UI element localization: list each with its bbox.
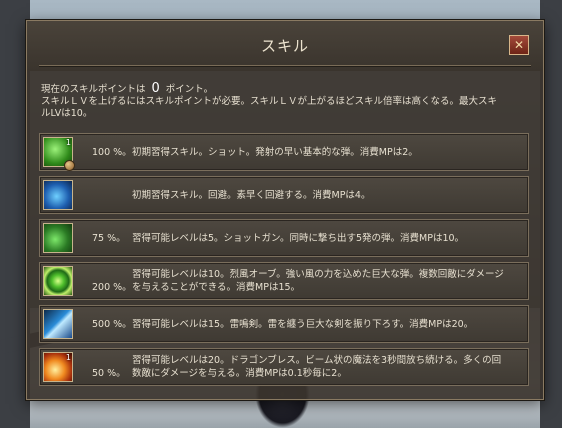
skill-row[interactable]: 75 %。 習得可能レベルは5。ショットガン。同時に撃ち出す5発の弾。消費MPは… <box>39 219 529 257</box>
thunder-sword-icon[interactable] <box>43 309 73 339</box>
skill-description-cont: 数敵にダメージを与える。消費MPは0.1秒毎に2。 <box>132 368 347 379</box>
green-shot-icon[interactable]: 1 <box>43 137 75 171</box>
skill-level: 1 <box>65 138 71 147</box>
skill-multiplier: 50 %。 <box>92 368 126 379</box>
skill-description: 初期習得スキル。回避。素早く回避する。消費MPは4。 <box>132 190 371 201</box>
skill-description-cont: を与えることができる。消費MPは15。 <box>132 282 301 293</box>
skill-description: 初期習得スキル。ショット。発射の早い基本的な弾。消費MPは2。 <box>132 147 418 158</box>
skill-info-line: スキルＬＶを上げるにはスキルポイントが必要。スキルＬＶが上がるほどスキル倍率は高… <box>41 96 498 107</box>
skill-multiplier: 75 %。 <box>92 233 126 244</box>
skill-window: スキル ✕ 現在のスキルポイントは 0 ポイント。 スキルＬＶを上げるにはスキルポイ… <box>26 20 544 400</box>
skill-points-line: 現在のスキルポイントは 0 ポイント。 <box>41 81 535 96</box>
skill-multiplier: 100 %。 <box>92 147 132 158</box>
skill-description: 習得可能レベルは15。雷鳴剣。雷を纏う巨大な剣を振り下ろす。消費MPは20。 <box>132 319 474 330</box>
skill-description: 習得可能レベルは10。烈風オーブ。強い風の力を込めた巨大な弾。複数回敵にダメージ <box>132 269 504 280</box>
shotgun-icon[interactable] <box>43 223 73 253</box>
skill-info-line: ルLVは10。 <box>41 108 93 119</box>
skill-multiplier: 500 %。 <box>92 319 132 330</box>
skill-row[interactable]: 200 %。 習得可能レベルは10。烈風オーブ。強い風の力を込めた巨大な弾。複数… <box>39 262 529 300</box>
close-icon: ✕ <box>513 38 525 52</box>
skill-description: 習得可能レベルは20。ドラゴンブレス。ビーム状の魔法を3秒間放ち続ける。多くの回 <box>132 355 502 366</box>
title-divider <box>39 65 531 67</box>
dragon-breath-icon[interactable]: 1 <box>43 352 73 382</box>
skill-row[interactable]: 1 100 %。 初期習得スキル。ショット。発射の早い基本的な弾。消費MPは2。 <box>39 133 529 171</box>
skill-level: 1 <box>65 353 71 362</box>
skill-row[interactable]: 500 %。 習得可能レベルは15。雷鳴剣。雷を纏う巨大な剣を振り下ろす。消費M… <box>39 305 529 343</box>
skill-multiplier: 200 %。 <box>92 282 132 293</box>
wind-orb-icon[interactable] <box>43 266 73 296</box>
close-button[interactable]: ✕ <box>509 35 529 55</box>
skill-points-suffix: ポイント。 <box>165 84 214 95</box>
skill-list: 1 100 %。 初期習得スキル。ショット。発射の早い基本的な弾。消費MPは2。… <box>39 133 529 391</box>
skill-info: 現在のスキルポイントは 0 ポイント。 スキルＬＶを上げるにはスキルポイントが必要。… <box>41 81 535 120</box>
window-title: スキル <box>260 37 309 55</box>
skill-row[interactable]: 初期習得スキル。回避。素早く回避する。消費MPは4。 <box>39 176 529 214</box>
skill-description: 習得可能レベルは5。ショットガン。同時に撃ち出す5発の弾。消費MPは10。 <box>132 233 465 244</box>
skill-points-prefix: 現在のスキルポイントは <box>41 84 146 95</box>
skill-points-value: 0 <box>151 81 160 96</box>
dodge-icon[interactable] <box>43 180 73 210</box>
skill-row[interactable]: 1 50 %。 習得可能レベルは20。ドラゴンブレス。ビーム状の魔法を3秒間放ち… <box>39 348 529 386</box>
title-bar[interactable]: スキル ✕ <box>27 21 543 71</box>
gem-icon <box>64 160 75 171</box>
